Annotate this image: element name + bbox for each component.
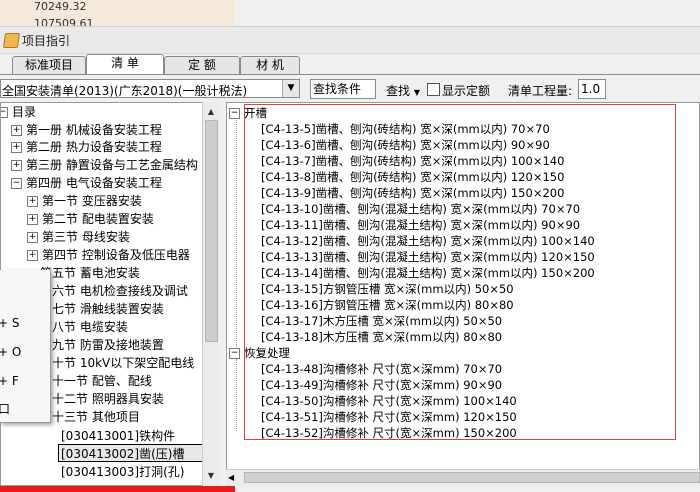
- tree-item-label: [030413003]打洞(孔): [61, 465, 185, 479]
- tree-item[interactable]: + 第一册 机械设备安装工程: [11, 122, 162, 139]
- expand-icon[interactable]: +: [11, 142, 22, 153]
- popup-item[interactable]: 口: [0, 400, 10, 417]
- show-quota-label: 显示定额: [442, 84, 491, 98]
- bill-qty-input[interactable]: 1.0: [578, 79, 606, 99]
- background-window-strip: 70249.32 107509.61: [0, 0, 235, 26]
- tree-item-label: [030413001]铁构件: [61, 429, 176, 443]
- tree-item[interactable]: 第十节 10kV以下架空配电线: [40, 355, 194, 372]
- tree-item[interactable]: − 第四册 电气设备安装工程: [11, 175, 162, 192]
- popup-item[interactable]: + O: [0, 345, 21, 359]
- tree-item[interactable]: 第十一节 配管、配线: [40, 373, 152, 390]
- scroll-left-icon[interactable]: ◀: [228, 470, 234, 486]
- tree-item-label: 第六节 电机检查接线及调试: [40, 284, 188, 298]
- tab-standard-items[interactable]: 标准项目: [12, 56, 86, 74]
- show-quota-checkbox[interactable]: [427, 83, 440, 96]
- expand-icon[interactable]: +: [27, 196, 38, 207]
- tree-item-label: 第八节 电缆安装: [40, 320, 128, 334]
- tree-item-label: 第七节 滑触线装置安装: [40, 302, 164, 316]
- tab-materials[interactable]: 材 机: [240, 56, 300, 74]
- tree-vertical-scrollbar[interactable]: ▲ ▼: [202, 102, 219, 486]
- tree-item[interactable]: + 第二册 热力设备安装工程: [11, 139, 162, 156]
- tree-leaf-selected[interactable]: [030413002]凿(压)槽: [61, 446, 184, 463]
- tree-item-label: 第一册 机械设备安装工程: [26, 123, 162, 137]
- expand-icon[interactable]: +: [11, 125, 22, 136]
- tab-bill-list[interactable]: 清 单: [86, 54, 164, 74]
- popup-item[interactable]: + F: [0, 374, 19, 388]
- expand-icon[interactable]: +: [11, 160, 22, 171]
- tree-item-label: 第十一节 配管、配线: [40, 374, 152, 388]
- chevron-down-icon: ▼: [413, 88, 420, 97]
- expand-icon[interactable]: +: [27, 250, 38, 261]
- tree-item[interactable]: + 第三节 母线安装: [27, 229, 130, 246]
- chevron-down-icon[interactable]: ▼: [282, 80, 299, 97]
- status-bar: [0, 486, 235, 492]
- highlight-box: [244, 104, 676, 440]
- bill-qty-label: 清单工程量:: [508, 84, 573, 98]
- tree-item-label: 第四册 电气设备安装工程: [26, 176, 162, 190]
- expand-icon[interactable]: +: [27, 232, 38, 243]
- tree-item-label: 第三册 静置设备与工艺金属结构: [26, 158, 198, 172]
- tree-item-label: 第一节 变压器安装: [42, 194, 142, 208]
- tree-item-label: 第四节 控制设备及低压电器: [42, 248, 190, 262]
- collapse-icon[interactable]: −: [229, 348, 240, 359]
- collapse-icon[interactable]: −: [1, 107, 8, 118]
- window-title: 项目指引: [22, 34, 71, 48]
- tree-item[interactable]: 第十三节 其他项目: [40, 409, 140, 426]
- search-condition-input[interactable]: 查找条件: [310, 79, 376, 99]
- collapse-icon[interactable]: −: [229, 108, 240, 119]
- tree-guide-line: [236, 117, 237, 353]
- tree-item-label: 第九节 防雷及接地装置: [40, 338, 164, 352]
- scroll-up-icon[interactable]: ▲: [203, 104, 219, 120]
- tree-item-label: 第三节 母线安装: [42, 230, 130, 244]
- catalog-select-value: 全国安装清单(2013)(广东2018)(一般计税法): [2, 84, 248, 98]
- tab-quota[interactable]: 定 额: [164, 56, 240, 74]
- tab-strip: 标准项目 清 单 定 额 材 机: [0, 54, 700, 75]
- window-title-bar[interactable]: 项目指引: [0, 26, 700, 54]
- tree-item[interactable]: + 第二节 配电装置安装: [27, 211, 154, 228]
- tree-item-label: 第十三节 其他项目: [40, 410, 140, 424]
- catalog-select[interactable]: 全国安装清单(2013)(广东2018)(一般计税法) ▼: [0, 79, 300, 98]
- tree-item[interactable]: + 第三册 静置设备与工艺金属结构: [11, 157, 198, 174]
- find-button-label: 查找: [386, 84, 411, 98]
- tree-item[interactable]: 第八节 电缆安装: [40, 319, 128, 336]
- tree-item[interactable]: 第五节 蓄电池安装: [40, 265, 140, 282]
- tree-item[interactable]: 第七节 滑触线装置安装: [40, 301, 164, 318]
- scroll-thumb[interactable]: [244, 472, 700, 483]
- tree-item-label: 第二节 配电装置安装: [42, 212, 154, 226]
- tree-item[interactable]: 第六节 电机检查接线及调试: [40, 283, 188, 300]
- toolbar: 全国安装清单(2013)(广东2018)(一般计税法) ▼ 查找条件 查找 ▼ …: [0, 76, 700, 102]
- tree-item-label: 第二册 热力设备安装工程: [26, 140, 162, 154]
- book-icon: [2, 33, 21, 48]
- tree-root-label: 目录: [12, 105, 37, 119]
- tree-item[interactable]: + 第一节 变压器安装: [27, 193, 142, 210]
- tree-item[interactable]: + 第四节 控制设备及低压电器: [27, 247, 190, 264]
- tree-item[interactable]: 第十二节 照明器具安装: [40, 391, 164, 408]
- tree-item-label: 第五节 蓄电池安装: [40, 266, 140, 280]
- popup-item[interactable]: + S: [0, 316, 20, 330]
- tree-root[interactable]: −目录: [1, 104, 37, 121]
- quota-horizontal-scrollbar[interactable]: ◀: [226, 469, 700, 486]
- tree-guide-line: [236, 359, 237, 431]
- scroll-thumb[interactable]: [205, 120, 218, 342]
- tree-item-label: [030413002]凿(压)槽: [61, 447, 185, 461]
- background-number: 107509.61: [34, 17, 94, 26]
- scroll-down-icon[interactable]: ▼: [203, 468, 219, 484]
- find-button[interactable]: 查找 ▼: [386, 82, 420, 99]
- tree-item-label: 第十节 10kV以下架空配电线: [40, 356, 195, 370]
- collapse-icon[interactable]: −: [11, 178, 22, 189]
- expand-icon[interactable]: +: [27, 214, 38, 225]
- background-number: 70249.32: [34, 0, 87, 13]
- tree-item-label: 第十二节 照明器具安装: [40, 392, 164, 406]
- context-popup: + S + O + F 口: [0, 270, 51, 423]
- tree-leaf[interactable]: [030413003]打洞(孔): [61, 464, 184, 481]
- tree-leaf[interactable]: [030413001]铁构件: [61, 428, 175, 445]
- tree-item[interactable]: 第九节 防雷及接地装置: [40, 337, 164, 354]
